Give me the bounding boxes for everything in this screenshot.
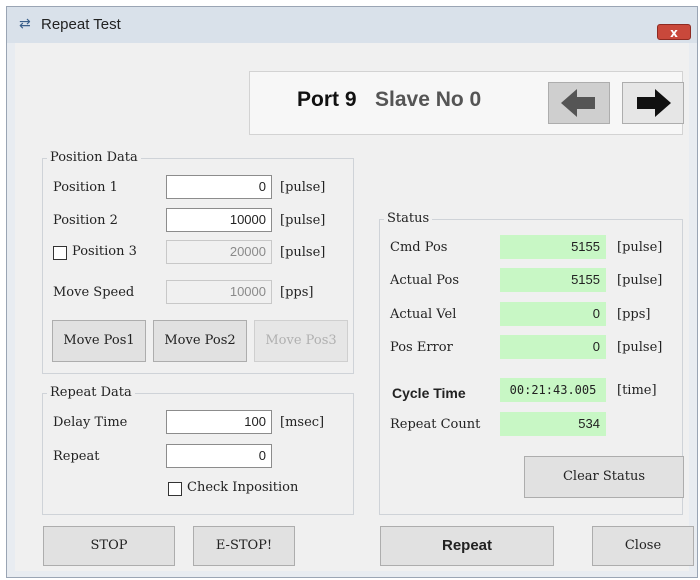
position3-checkbox[interactable]: [53, 246, 67, 260]
repeat-count-label: Repeat Count: [390, 417, 481, 432]
repeat-test-window: ⇄ Repeat Test x Port 9 Slave No 0 Positi…: [6, 6, 698, 578]
prev-slave-button[interactable]: [548, 82, 610, 124]
repeat-label: Repeat: [53, 449, 100, 464]
repeat-button[interactable]: Repeat: [380, 526, 554, 566]
stop-button[interactable]: STOP: [43, 526, 175, 566]
actual-vel-value: 0: [500, 302, 606, 326]
repeat-count-value: 534: [500, 412, 606, 436]
move-speed-label: Move Speed: [53, 285, 135, 300]
delay-time-unit: [msec]: [280, 415, 325, 430]
cmd-pos-unit: [pulse]: [617, 240, 663, 255]
repeat-input[interactable]: 0: [166, 444, 272, 468]
check-inposition-checkbox[interactable]: [168, 482, 182, 496]
move-pos3-button: Move Pos3: [254, 320, 348, 362]
repeat-icon: ⇄: [19, 16, 31, 32]
next-slave-button[interactable]: [622, 82, 684, 124]
port-header: Port 9 Slave No 0: [249, 71, 684, 135]
pos-error-unit: [pulse]: [617, 340, 663, 355]
delay-time-input[interactable]: 100: [166, 410, 272, 434]
cycle-time-label: Cycle Time: [392, 385, 466, 401]
move-speed-unit: [pps]: [280, 285, 314, 300]
actual-vel-label: Actual Vel: [390, 307, 457, 322]
position-data-title: Position Data: [47, 150, 141, 165]
position2-unit: [pulse]: [280, 213, 326, 228]
actual-vel-unit: [pps]: [617, 307, 651, 322]
title-bar: ⇄ Repeat Test x: [7, 7, 697, 43]
arrow-right-icon: [637, 89, 671, 117]
position1-input[interactable]: 0: [166, 175, 272, 199]
estop-button[interactable]: E-STOP!: [193, 526, 295, 566]
actual-pos-unit: [pulse]: [617, 273, 663, 288]
repeat-data-title: Repeat Data: [47, 385, 135, 400]
position2-input[interactable]: 10000: [166, 208, 272, 232]
cmd-pos-value: 5155: [500, 235, 606, 259]
delay-time-label: Delay Time: [53, 415, 128, 430]
window-close-button[interactable]: x: [657, 24, 691, 40]
clear-status-button[interactable]: Clear Status: [524, 456, 684, 498]
port-label: Port 9: [297, 88, 357, 111]
pos-error-label: Pos Error: [390, 340, 453, 355]
position3-label: Position 3: [72, 244, 137, 259]
position1-unit: [pulse]: [280, 180, 326, 195]
status-title: Status: [384, 211, 433, 226]
arrow-left-icon: [561, 89, 595, 117]
move-pos1-button[interactable]: Move Pos1: [52, 320, 146, 362]
cycle-time-unit: [time]: [617, 383, 657, 398]
slave-label: Slave No 0: [375, 88, 482, 111]
position1-label: Position 1: [53, 180, 118, 195]
check-inposition-label: Check Inposition: [187, 480, 299, 495]
position3-input: 20000: [166, 240, 272, 264]
actual-pos-value: 5155: [500, 268, 606, 292]
close-button[interactable]: Close: [592, 526, 694, 566]
window-title: Repeat Test: [41, 16, 121, 33]
position2-label: Position 2: [53, 213, 118, 228]
pos-error-value: 0: [500, 335, 606, 359]
cmd-pos-label: Cmd Pos: [390, 240, 448, 255]
move-pos2-button[interactable]: Move Pos2: [153, 320, 247, 362]
actual-pos-label: Actual Pos: [390, 273, 460, 288]
move-speed-input: 10000: [166, 280, 272, 304]
dialog-body: Port 9 Slave No 0 Position Data Position…: [15, 43, 694, 571]
position3-unit: [pulse]: [280, 245, 326, 260]
cycle-time-value: 00:21:43.005: [500, 378, 606, 402]
